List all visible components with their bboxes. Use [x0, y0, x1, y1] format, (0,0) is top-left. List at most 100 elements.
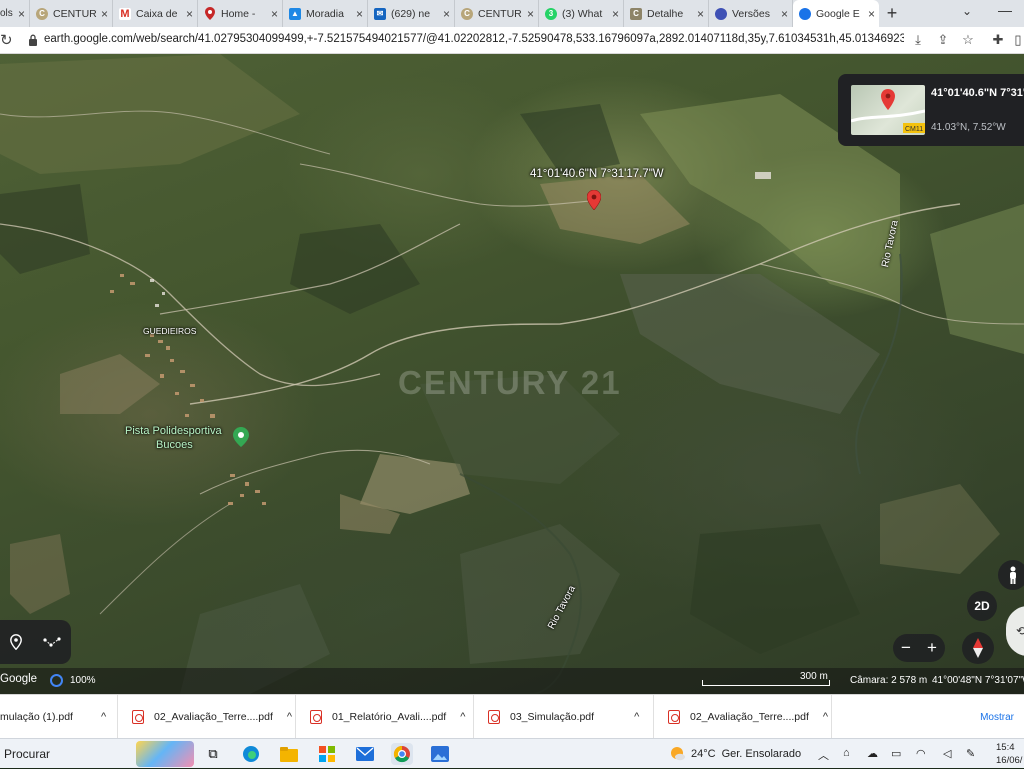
task-view-icon[interactable]: ⧉ [202, 743, 224, 765]
tab-century21-2[interactable]: C CENTUR × [455, 0, 539, 27]
pen-icon[interactable]: ✎ [966, 747, 975, 760]
poi-name-line2[interactable]: Bucoes [156, 439, 193, 451]
zoom-in-button[interactable]: + [927, 638, 937, 658]
tab-close-icon[interactable]: × [18, 7, 25, 21]
tab-home[interactable]: Home - × [198, 0, 283, 27]
google-earth-map[interactable]: CENTURY 21 41°01'40.6"N 7°31'17.7"W GUED… [0, 54, 1024, 694]
tab-close-icon[interactable]: × [868, 7, 875, 21]
compass-icon [973, 638, 983, 658]
photos-app-icon[interactable] [429, 743, 451, 765]
tray-overflow-chevron-icon[interactable]: ︿ [818, 747, 829, 763]
download-item[interactable]: 03_Simulação.pdf ^ [474, 695, 654, 739]
pdf-file-icon [310, 710, 322, 724]
pegman-icon [1010, 566, 1016, 584]
tab-close-icon[interactable]: × [186, 7, 193, 21]
tab-versoes[interactable]: Versões × [709, 0, 793, 27]
thumbnail-road-label: CM11 [905, 126, 923, 133]
download-filename: 02_Avaliação_Terre....pdf [690, 711, 809, 723]
pdf-file-icon [488, 710, 500, 724]
bookmark-star-icon[interactable]: ☆ [960, 32, 976, 48]
village-label: GUEDIEIROS [143, 326, 197, 336]
tab-partial[interactable]: ols × [0, 0, 30, 27]
zoom-out-button[interactable]: − [901, 638, 911, 658]
tab-whatsapp[interactable]: 3 (3) What × [539, 0, 624, 27]
download-item[interactable]: 02_Avaliação_Terre....pdf ^ [118, 695, 296, 739]
tab-close-icon[interactable]: × [271, 7, 278, 21]
whatsapp-icon: 3 [545, 7, 557, 20]
edge-browser-icon[interactable] [240, 743, 262, 765]
chevron-up-icon[interactable]: ^ [287, 711, 292, 723]
location-info-card[interactable]: CM11 41°01'40.6"N 7°31' 41.03°N, 7.52°W [838, 74, 1024, 146]
location-pin-icon[interactable] [587, 190, 601, 210]
tab-close-icon[interactable]: × [781, 7, 788, 21]
chrome-browser-icon[interactable] [391, 743, 413, 765]
street-view-pegman-button[interactable] [998, 560, 1024, 590]
download-item[interactable]: 01_Relatório_Avali....pdf ^ [296, 695, 474, 739]
mail-app-icon[interactable] [354, 743, 376, 765]
lock-icon[interactable] [28, 34, 38, 46]
onedrive-cloud-icon[interactable]: ☁ [867, 747, 878, 760]
poi-name-line1[interactable]: Pista Polidesportiva [125, 425, 222, 437]
tab-century21-1[interactable]: C CENTURY× [30, 0, 113, 27]
download-item[interactable]: 02_Avaliação_Terre....pdf ^ [654, 695, 832, 739]
chevron-up-icon[interactable]: ^ [823, 711, 828, 723]
weather-widget[interactable]: 24°C Ger. Ensolarado [670, 746, 801, 762]
battery-icon[interactable]: ▭ [891, 747, 901, 760]
reload-icon[interactable]: ↻ [0, 31, 13, 49]
pdf-file-icon [668, 710, 680, 724]
microsoft-store-icon[interactable] [316, 743, 338, 765]
location-pin-favicon [204, 7, 216, 20]
url-input[interactable]: earth.google.com/web/search/41.027953040… [44, 33, 904, 45]
sidebar-icon[interactable]: ▯ [1012, 32, 1024, 48]
poi-marker-icon[interactable] [233, 427, 249, 447]
new-tab-button[interactable]: + [879, 0, 905, 27]
download-item[interactable]: mulação (1).pdf ^ [0, 695, 118, 739]
system-clock[interactable]: 15:4 16/06/ [996, 741, 1022, 767]
info-card-decimal: 41.03°N, 7.52°W [931, 122, 1006, 133]
install-app-icon[interactable]: ⤓ [910, 32, 926, 48]
download-filename: 01_Relatório_Avali....pdf [332, 711, 447, 723]
location-thumbnail[interactable]: CM11 [851, 85, 925, 135]
tab-close-icon[interactable]: × [356, 7, 363, 21]
tab-gmail[interactable]: M Caixa de × [113, 0, 198, 27]
pdf-file-icon [132, 710, 144, 724]
tab-close-icon[interactable]: × [612, 7, 619, 21]
share-icon[interactable]: ⇪ [935, 32, 951, 48]
taskbar-search[interactable]: Procurar [0, 739, 195, 769]
house-favicon: ▲ [289, 7, 301, 20]
downloads-bar: mulação (1).pdf ^ 02_Avaliação_Terre....p… [0, 694, 1024, 739]
extensions-icon[interactable]: ✚ [990, 32, 1006, 48]
chevron-up-icon[interactable]: ^ [634, 711, 639, 723]
thumbnail-map-icon: CM11 [851, 89, 925, 133]
globe-favicon [715, 7, 727, 20]
google-logo: Google [0, 673, 38, 685]
tab-close-icon[interactable]: × [101, 7, 108, 21]
meet-now-icon[interactable]: ⌂ [843, 747, 850, 759]
tab-search-chevron-icon[interactable]: ⌄ [962, 4, 972, 18]
tab-close-icon[interactable]: × [527, 7, 534, 21]
toggle-2d-button[interactable]: 2D [967, 591, 997, 621]
wifi-icon[interactable]: ◠ [916, 747, 926, 760]
century21-favicon: C [461, 7, 473, 20]
show-all-downloads-button[interactable]: Mostrar [970, 705, 1024, 729]
tab-close-icon[interactable]: × [443, 7, 450, 21]
chevron-up-icon[interactable]: ^ [460, 711, 465, 723]
weather-temperature: 24°C [691, 748, 716, 760]
measure-path-tool-icon[interactable] [43, 636, 61, 648]
windows-taskbar: Procurar ⧉ 24°C Ger. Ensolarado ︿ ⌂ ☁ ▭ … [0, 738, 1024, 768]
tab-mail[interactable]: ✉ (629) ne × [368, 0, 455, 27]
document-favicon: C [630, 7, 642, 20]
address-bar: ↻ earth.google.com/web/search/41.0279530… [0, 27, 1024, 54]
scale-label: 300 m [800, 671, 828, 682]
place-marker-tool-icon[interactable] [10, 634, 23, 650]
tab-detalhe[interactable]: C Detalhe × [624, 0, 709, 27]
window-minimize-icon[interactable]: — [998, 2, 1012, 18]
tab-moradia[interactable]: ▲ Moradia × [283, 0, 368, 27]
download-filename: 02_Avaliação_Terre....pdf [154, 711, 273, 723]
tab-close-icon[interactable]: × [697, 7, 704, 21]
chevron-up-icon[interactable]: ^ [101, 711, 106, 723]
volume-icon[interactable]: ◁ [943, 747, 951, 760]
file-explorer-icon[interactable] [278, 743, 300, 765]
tab-google-earth[interactable]: Google E × [793, 0, 879, 27]
compass-button[interactable] [962, 632, 994, 664]
